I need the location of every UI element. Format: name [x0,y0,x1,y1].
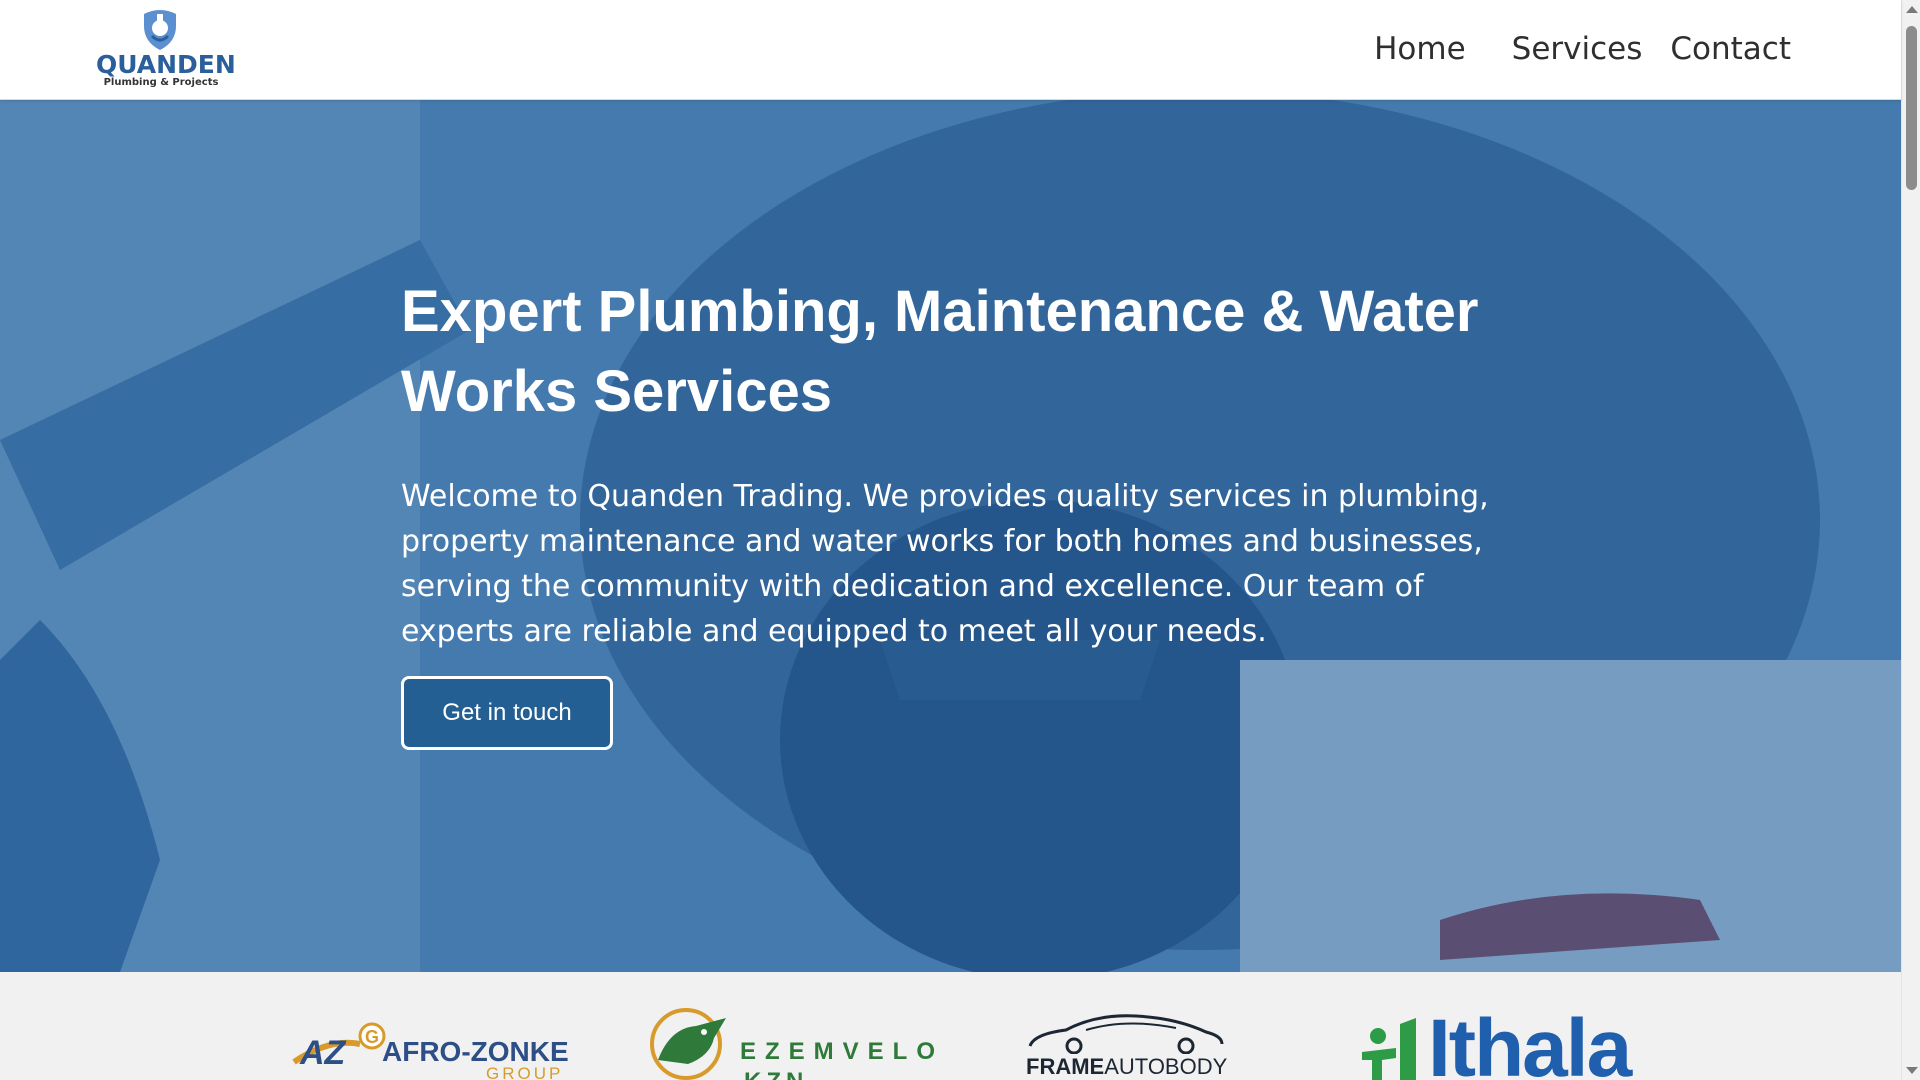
scrollbar-thumb[interactable] [1906,26,1917,190]
frame-name-bold: FRAME [1026,1054,1105,1079]
hero-section: Expert Plumbing, Maintenance & Water Wor… [0,100,1901,972]
ithala-name: Ithala [1428,1003,1632,1080]
ezemvelo-name: EZEMVELO [740,1038,945,1065]
afro-zonke-mark-icon: AZ G [292,1022,386,1072]
nav-contact-link[interactable]: Contact [1670,26,1791,72]
partner-frame-autobody-logo: FRAMEAUTOBODY [1026,1012,1228,1080]
frame-name-light: AUTOBODY [1104,1054,1228,1079]
page-scrollbar[interactable] [1901,0,1920,1080]
scroll-down-arrow-icon[interactable] [1906,1067,1918,1074]
get-in-touch-button[interactable]: Get in touch [401,676,613,750]
logo-tagline: Plumbing & Projects [103,77,219,88]
ezemvelo-sub: KZN WILDLIFE [744,1068,916,1080]
nav-home-link[interactable]: Home [1374,26,1466,72]
site-logo[interactable]: QUANDEN Plumbing & Projects [96,8,236,92]
hero-description: Welcome to Quanden Trading. We provides … [401,479,1489,649]
frame-autobody-name: FRAMEAUTOBODY [1026,1054,1228,1080]
site-header: QUANDEN Plumbing & Projects Home Service… [0,0,1901,100]
shield-drop-icon [144,10,176,50]
main-nav: Home Services Contact [1374,26,1791,72]
svg-text:G: G [365,1027,379,1047]
people-icon [1362,1018,1416,1080]
partners-strip: AZ G AFRO-ZONKE GROUP EZEMVELO KZN WILDL… [0,972,1901,1080]
logo-name: QUANDEN [96,50,236,79]
partner-afro-zonke-logo: AZ G AFRO-ZONKE GROUP [290,1018,570,1080]
partner-ithala-logo: Ithala [1356,998,1632,1080]
partner-ezemvelo-logo: EZEMVELO KZN WILDLIFE [640,998,935,1080]
scroll-up-arrow-icon[interactable] [1906,6,1918,13]
nav-services-link[interactable]: Services [1512,26,1643,72]
svg-text:AZ: AZ [299,1034,347,1072]
car-icon [1028,1014,1224,1054]
hero-content: Expert Plumbing, Maintenance & Water Wor… [401,272,1521,654]
rhino-icon [650,1008,726,1080]
hero-title: Expert Plumbing, Maintenance & Water Wor… [401,279,1479,424]
afro-zonke-sub: GROUP [486,1064,564,1080]
